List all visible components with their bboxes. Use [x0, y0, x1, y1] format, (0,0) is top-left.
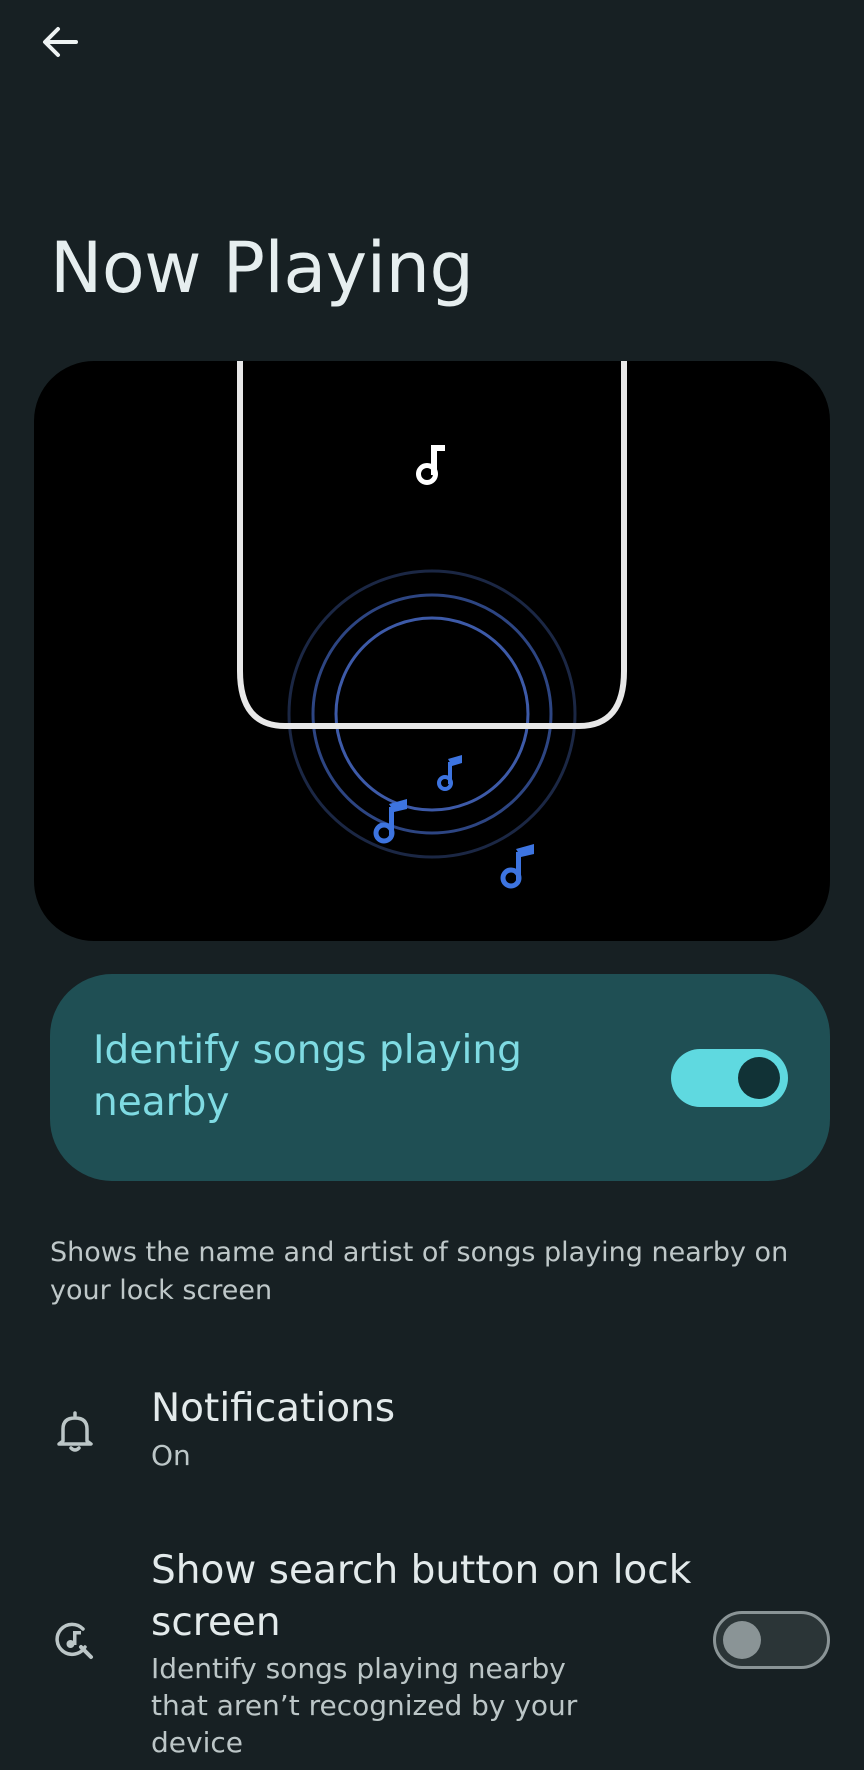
music-note-icon	[500, 844, 534, 889]
toggle-thumb	[738, 1057, 780, 1099]
notifications-title: Notifications	[151, 1386, 396, 1431]
identify-songs-switch-card[interactable]: Identify songs playing nearby	[50, 974, 830, 1181]
show-search-button-title: Show search button on lock screen	[151, 1548, 692, 1645]
feature-description: Shows the name and artist of songs playi…	[50, 1237, 789, 1306]
now-playing-illustration	[34, 361, 830, 941]
music-note-icon	[416, 445, 445, 485]
sound-ring-inner	[334, 616, 530, 812]
back-button[interactable]	[30, 14, 90, 74]
page-title: Now Playing	[50, 227, 474, 309]
notifications-status: On	[151, 1439, 191, 1472]
sound-ring-outer	[287, 569, 577, 859]
music-note-icon	[437, 755, 462, 791]
arrow-back-icon	[40, 22, 80, 66]
show-search-button-description: Identify songs playing nearby that aren’…	[151, 1652, 578, 1759]
notifications-setting[interactable]: Notifications On	[0, 1370, 864, 1480]
music-search-icon	[52, 1618, 98, 1664]
bell-icon	[52, 1408, 98, 1454]
identify-songs-label: Identify songs playing nearby	[93, 1028, 522, 1125]
show-search-button-toggle[interactable]	[713, 1611, 830, 1669]
phone-outline	[237, 361, 627, 729]
sound-ring-middle	[311, 593, 553, 835]
toggle-thumb	[723, 1621, 761, 1659]
identify-songs-toggle[interactable]	[671, 1049, 788, 1107]
